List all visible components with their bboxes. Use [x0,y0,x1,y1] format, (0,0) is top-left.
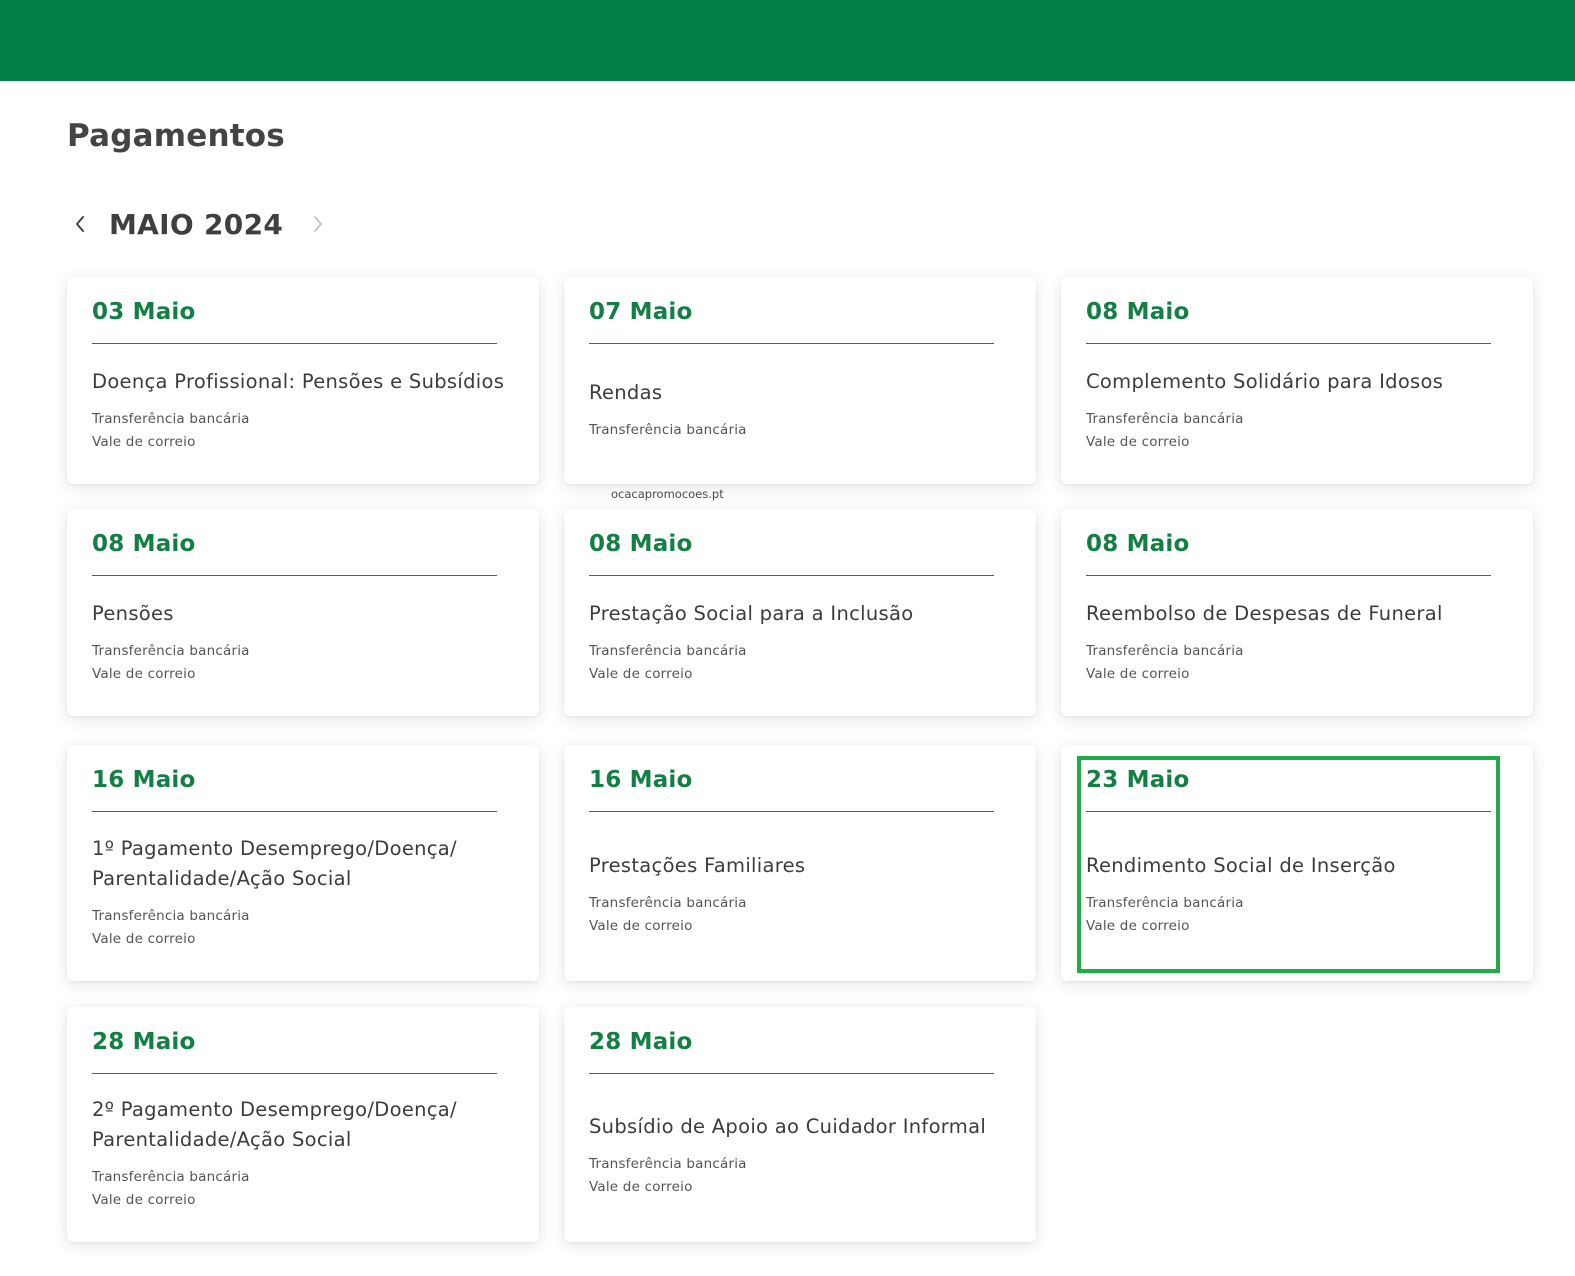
payment-card[interactable]: 08 Maio Complemento Solidário para Idoso… [1061,277,1533,484]
card-title: 1º Pagamento Desemprego/Doença/ Parental… [92,837,457,890]
page-title: Pagamentos [67,118,285,154]
payment-method: Vale de correio [1086,918,1190,934]
payment-method: Vale de correio [589,1179,693,1195]
card-title: Prestação Social para a Inclusão [589,602,914,625]
card-title: 2º Pagamento Desemprego/Doença/ Parental… [92,1098,457,1151]
card-title: Rendimento Social de Inserção [1086,854,1396,877]
chevron-right-icon[interactable] [305,204,331,244]
card-date: 07 Maio [589,299,693,325]
payment-method: Vale de correio [92,1192,196,1208]
payment-method: Transferência bancária [92,411,250,427]
card-date: 03 Maio [92,299,196,325]
payment-card[interactable]: 28 Maio 2º Pagamento Desemprego/Doença/ … [67,1007,539,1242]
card-title: Complemento Solidário para Idosos [1086,370,1444,393]
card-title: Prestações Familiares [589,854,806,877]
chevron-left-icon[interactable] [67,204,93,244]
card-date: 08 Maio [589,531,693,557]
card-divider [589,1073,994,1074]
payment-method: Vale de correio [1086,666,1190,682]
payment-method: Transferência bancária [1086,895,1244,911]
payment-method: Vale de correio [92,666,196,682]
payment-method: Transferência bancária [589,643,747,659]
payment-method: Transferência bancária [1086,643,1244,659]
card-date: 28 Maio [589,1029,693,1055]
card-title: Doença Profissional: Pensões e Subsídios [92,370,505,393]
payment-method: Transferência bancária [589,895,747,911]
payment-method: Transferência bancária [589,1156,747,1172]
month-label: MAIO 2024 [109,207,284,241]
payment-card[interactable]: 07 Maio Rendas Transferência bancária [564,277,1036,484]
watermark-text: ocacapromocoes.pt [611,487,724,501]
payment-method: Transferência bancária [1086,411,1244,427]
card-date: 08 Maio [1086,531,1190,557]
month-navigation: MAIO 2024 [67,200,331,248]
card-date: 08 Maio [92,531,196,557]
card-divider [589,343,994,344]
card-title: Pensões [92,602,174,625]
card-divider [589,811,994,812]
card-title: Rendas [589,381,663,404]
card-divider [1086,343,1491,344]
card-date: 28 Maio [92,1029,196,1055]
payment-card[interactable]: 08 Maio Reembolso de Despesas de Funeral… [1061,509,1533,716]
top-header-bar [0,0,1575,81]
card-divider [1086,575,1491,576]
payment-method: Vale de correio [92,434,196,450]
payment-method: Vale de correio [92,931,196,947]
card-divider [92,811,497,812]
payment-method: Vale de correio [589,918,693,934]
card-divider [92,1073,497,1074]
payment-card-highlighted[interactable]: 23 Maio Rendimento Social de Inserção Tr… [1061,745,1533,981]
card-date: 08 Maio [1086,299,1190,325]
card-date: 16 Maio [92,767,196,793]
card-title: Reembolso de Despesas de Funeral [1086,602,1443,625]
card-divider [92,343,497,344]
payment-method: Transferência bancária [92,1169,250,1185]
payment-method: Vale de correio [589,666,693,682]
card-divider [1086,811,1491,812]
payment-method: Transferência bancária [92,643,250,659]
payment-card[interactable]: 28 Maio Subsídio de Apoio ao Cuidador In… [564,1007,1036,1242]
card-date: 16 Maio [589,767,693,793]
payment-method: Transferência bancária [589,422,747,438]
payment-card[interactable]: 08 Maio Prestação Social para a Inclusão… [564,509,1036,716]
payment-card[interactable]: 16 Maio Prestações Familiares Transferên… [564,745,1036,981]
card-title: Subsídio de Apoio ao Cuidador Informal [589,1115,987,1138]
card-divider [92,575,497,576]
payment-method: Transferência bancária [92,908,250,924]
payment-card[interactable]: 03 Maio Doença Profissional: Pensões e S… [67,277,539,484]
payment-card[interactable]: 08 Maio Pensões Transferência bancária V… [67,509,539,716]
card-divider [589,575,994,576]
payment-card[interactable]: 16 Maio 1º Pagamento Desemprego/Doença/ … [67,745,539,981]
payment-method: Vale de correio [1086,434,1190,450]
card-date: 23 Maio [1086,767,1190,793]
